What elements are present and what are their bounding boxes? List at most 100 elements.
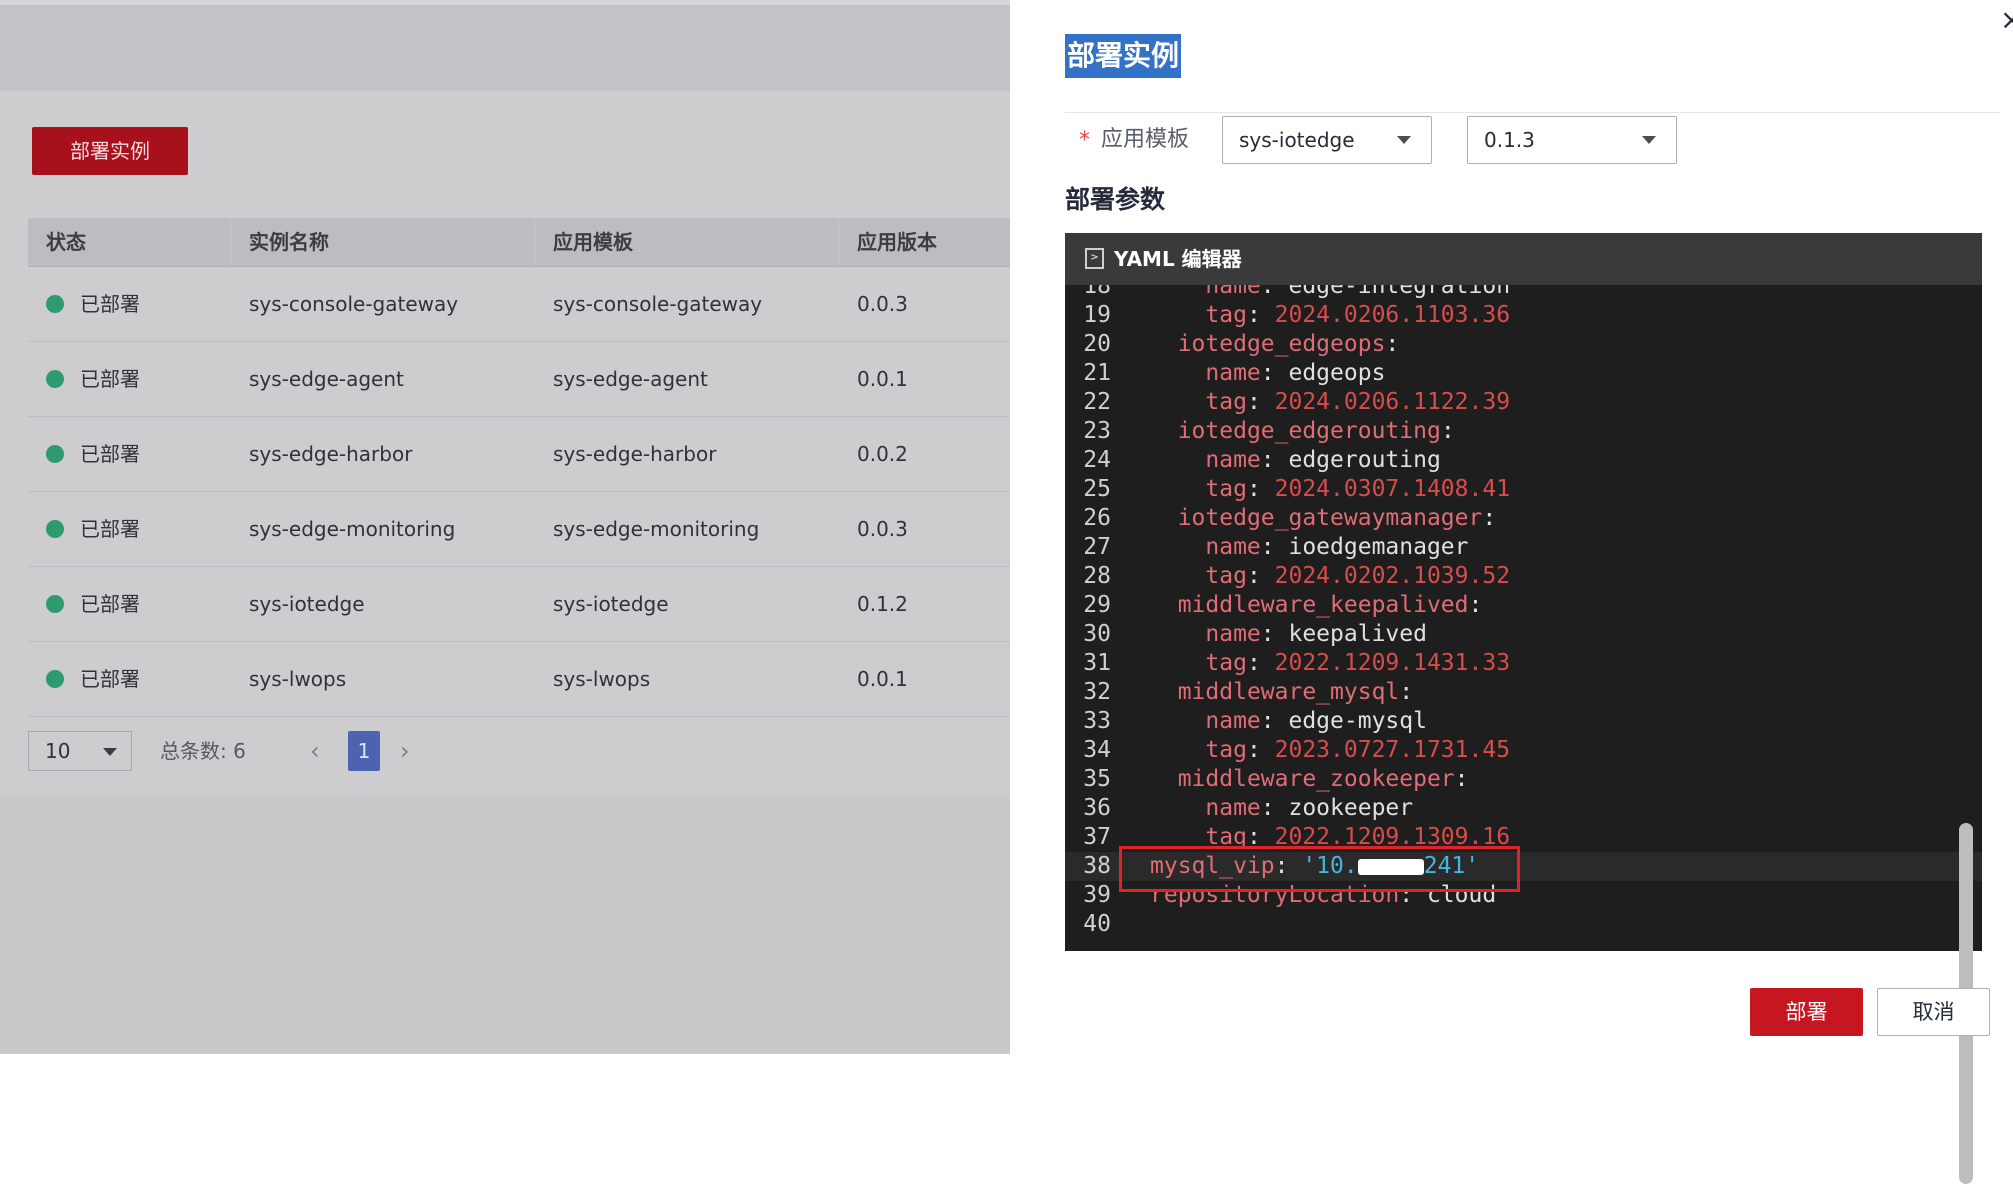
yaml-colon: :	[1260, 360, 1289, 386]
code-line: 25 tag: 2024.0307.1408.41	[1065, 475, 1982, 504]
code-line: 26 iotedge_gatewaymanager:	[1065, 504, 1982, 533]
instance-name-cell[interactable]: sys-edge-agent	[231, 342, 535, 416]
yaml-value: 2022.1209.1431.33	[1274, 650, 1511, 676]
line-number: 26	[1083, 505, 1111, 531]
code-line: 24 name: edgerouting	[1065, 446, 1982, 475]
code-text: tag: 2023.0727.1731.45	[1150, 736, 1510, 765]
yaml-colon: :	[1440, 418, 1455, 444]
yaml-colon: :	[1260, 447, 1289, 473]
table-row[interactable]: 已部署 sys-edge-monitoring sys-edge-monitorin…	[28, 492, 1010, 567]
instance-name-cell[interactable]: sys-iotedge	[231, 567, 535, 641]
line-number: 37	[1083, 824, 1111, 850]
code-text: tag: 2024.0307.1408.41	[1150, 475, 1510, 504]
yaml-key: middleware_mysql	[1177, 679, 1400, 705]
chevron-right-icon[interactable]: ›	[400, 731, 410, 771]
yaml-key: tag	[1205, 563, 1247, 589]
drawer-title: 部署实例	[1065, 34, 1182, 78]
status-cell: 已部署	[28, 267, 231, 341]
template-cell: sys-edge-harbor	[553, 442, 717, 466]
line-number: 36	[1083, 795, 1111, 821]
line-number: 32	[1083, 679, 1111, 705]
yaml-value: zookeeper	[1288, 795, 1414, 821]
instance-name-cell[interactable]: sys-edge-harbor	[231, 417, 535, 491]
instance-name-cell[interactable]: sys-lwops	[231, 642, 535, 716]
table-header: 状态 实例名称 应用模板 应用版本	[28, 218, 1010, 267]
template-select[interactable]: sys-iotedge	[1222, 116, 1432, 164]
template-cell: sys-console-gateway	[553, 292, 763, 316]
table-row[interactable]: 已部署 sys-console-gateway sys-console-gatewa…	[28, 267, 1010, 342]
code-text: middleware_mysql:	[1150, 678, 1413, 707]
line-number: 35	[1083, 766, 1111, 792]
status-cell: 已部署	[28, 642, 231, 716]
code-text: tag: 2024.0206.1122.39	[1150, 388, 1510, 417]
deploy-instance-button[interactable]: 部署实例	[32, 127, 188, 175]
code-line: 28 tag: 2024.0202.1039.52	[1065, 562, 1982, 591]
version-cell: 0.0.2	[857, 442, 908, 466]
yaml-key: tag	[1205, 389, 1247, 415]
page-header	[0, 5, 1010, 91]
yaml-key: name	[1205, 621, 1261, 647]
table-row[interactable]: 已部署 sys-iotedge sys-iotedge 0.1.2	[28, 567, 1010, 642]
table-row[interactable]: 已部署 sys-edge-harbor sys-edge-harbor 0.0.2	[28, 417, 1010, 492]
version-cell: 0.0.1	[857, 367, 908, 391]
chevron-left-icon[interactable]: ‹	[310, 731, 320, 771]
code-text: name: edge-integration	[1150, 285, 1510, 301]
status-cell: 已部署	[28, 567, 231, 641]
code-text: tag: 2022.1209.1431.33	[1150, 649, 1510, 678]
yaml-colon: :	[1260, 534, 1289, 560]
instances-table: 状态 实例名称 应用模板 应用版本 已部署 sys-console-gateway…	[28, 218, 1010, 717]
status-cell: 已部署	[28, 492, 231, 566]
code-lines: 18 name: edge-integration 19 tag: 2024.02…	[1065, 285, 1982, 939]
code-text: middleware_zookeeper:	[1150, 765, 1469, 794]
status-dot	[46, 519, 64, 538]
code-text: name: zookeeper	[1150, 794, 1413, 823]
code-line: 22 tag: 2024.0206.1122.39	[1065, 388, 1982, 417]
line-number: 34	[1083, 737, 1111, 763]
yaml-colon: :	[1482, 505, 1497, 531]
code-line: 18 name: edge-integration	[1065, 285, 1982, 301]
version-cell: 0.0.3	[857, 517, 908, 541]
version-cell: 0.1.2	[857, 592, 908, 616]
status-dot	[46, 444, 64, 463]
code-line: 34 tag: 2023.0727.1731.45	[1065, 736, 1982, 765]
line-number: 18	[1083, 285, 1111, 299]
status-text: 已部署	[80, 517, 140, 541]
template-form-row: * 应用模板 sys-iotedge 0.1.3	[1065, 116, 1965, 164]
table-body: 已部署 sys-console-gateway sys-console-gatewa…	[28, 267, 1010, 717]
table-row[interactable]: 已部署 sys-edge-agent sys-edge-agent 0.0.1	[28, 342, 1010, 417]
column-header-template: 应用模板	[535, 218, 839, 266]
yaml-colon: :	[1246, 476, 1275, 502]
yaml-colon: :	[1454, 766, 1469, 792]
deploy-button[interactable]: 部署	[1750, 988, 1863, 1036]
page-1-button[interactable]: 1	[348, 731, 380, 771]
line-number: 28	[1083, 563, 1111, 589]
instance-name-cell[interactable]: sys-edge-monitoring	[231, 492, 535, 566]
version-select[interactable]: 0.1.3	[1467, 116, 1677, 164]
yaml-value: edgerouting	[1288, 447, 1441, 473]
yaml-value: edge-integration	[1288, 285, 1511, 299]
yaml-editor[interactable]: > YAML 编辑器 18 name: edge-integration 19 ta…	[1065, 233, 1982, 1184]
yaml-key: name	[1205, 447, 1261, 473]
code-text: name: edgeops	[1150, 359, 1385, 388]
code-line: 29 middleware_keepalived:	[1065, 591, 1982, 620]
template-cell: sys-iotedge	[553, 592, 669, 616]
close-icon[interactable]: ×	[2000, 6, 2013, 34]
column-header-status: 状态	[28, 218, 231, 266]
yaml-value: ioedgemanager	[1288, 534, 1469, 560]
instance-name-cell[interactable]: sys-console-gateway	[231, 267, 535, 341]
table-row[interactable]: 已部署 sys-lwops sys-lwops 0.0.1	[28, 642, 1010, 717]
line-number: 27	[1083, 534, 1111, 560]
status-dot	[46, 294, 64, 313]
page-size-select[interactable]: 10	[28, 731, 132, 771]
code-text: tag: 2024.0206.1103.36	[1150, 301, 1510, 330]
editor-header-label: YAML 编辑器	[1114, 247, 1242, 271]
yaml-key: name	[1205, 795, 1261, 821]
cancel-button[interactable]: 取消	[1877, 988, 1990, 1036]
